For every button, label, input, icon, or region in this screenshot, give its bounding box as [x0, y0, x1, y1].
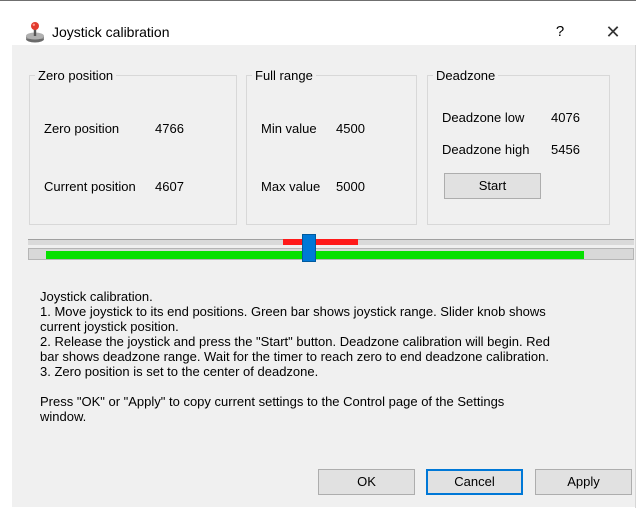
max-value: 5000 — [336, 179, 365, 194]
apply-button[interactable]: Apply — [535, 469, 632, 495]
close-button[interactable]: ✕ — [601, 21, 625, 43]
title-bar[interactable]: Joystick calibration ? ✕ — [0, 1, 636, 45]
deadzone-high-value: 5456 — [551, 142, 580, 157]
start-button[interactable]: Start — [444, 173, 541, 199]
max-value-label: Max value — [261, 179, 321, 194]
position-slider-knob[interactable] — [301, 234, 316, 262]
ok-button[interactable]: OK — [318, 469, 415, 495]
zero-position-legend: Zero position — [38, 68, 114, 83]
min-value: 4500 — [336, 121, 365, 136]
full-range-legend: Full range — [255, 68, 313, 83]
help-button[interactable]: ? — [548, 21, 572, 43]
full-range-group: Full range — [246, 68, 417, 225]
cancel-button[interactable]: Cancel — [426, 469, 523, 495]
help-text: Joystick calibration. 1. Move joystick t… — [40, 289, 551, 424]
window-title: Joystick calibration — [52, 24, 170, 40]
deadzone-legend: Deadzone — [436, 68, 496, 83]
current-position-label: Current position — [44, 179, 136, 194]
joystick-icon — [26, 22, 44, 43]
deadzone-high-label: Deadzone high — [442, 142, 530, 157]
current-position-value: 4607 — [155, 179, 184, 194]
zero-position-label: Zero position — [44, 121, 120, 136]
zero-position-value: 4766 — [155, 121, 184, 136]
deadzone-low-value: 4076 — [551, 110, 580, 125]
zero-position-group: Zero position — [29, 68, 237, 225]
deadzone-low-label: Deadzone low — [442, 110, 525, 125]
min-value-label: Min value — [261, 121, 317, 136]
deadzone-range-bar — [282, 239, 359, 245]
